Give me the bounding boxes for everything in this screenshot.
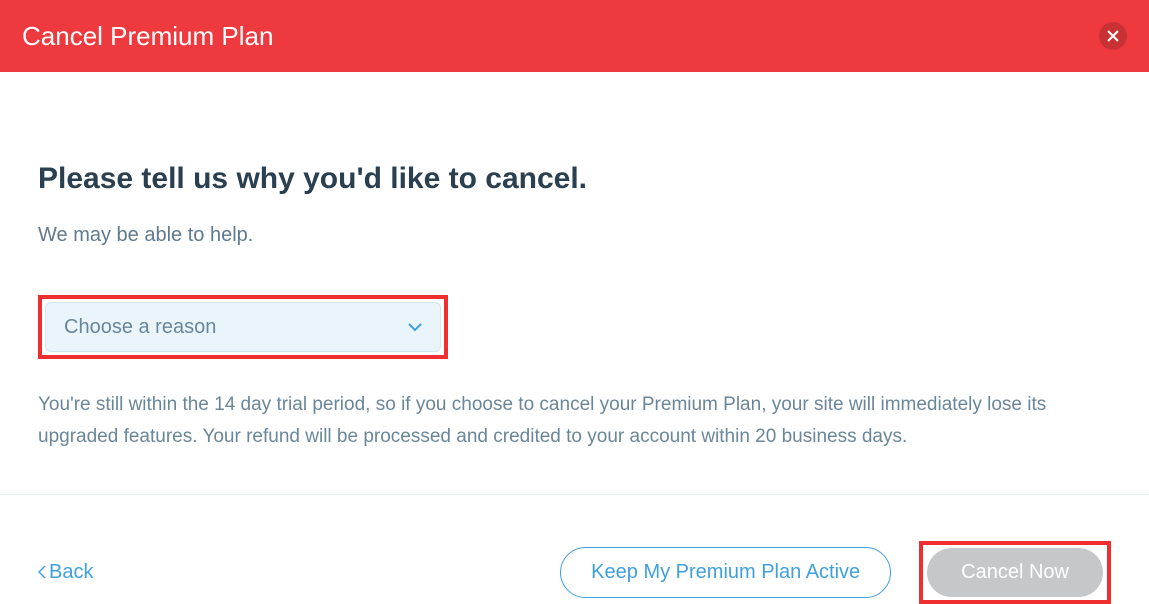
dialog-header: Cancel Premium Plan — [0, 0, 1149, 72]
reason-select[interactable]: Choose a reason — [45, 302, 441, 352]
chevron-left-icon — [38, 565, 47, 579]
content-heading: Please tell us why you'd like to cancel. — [38, 162, 1111, 196]
content-subheading: We may be able to help. — [38, 224, 1111, 247]
chevron-down-icon — [408, 323, 422, 332]
footer-buttons: Keep My Premium Plan Active Cancel Now — [560, 541, 1111, 604]
dialog-title: Cancel Premium Plan — [22, 21, 273, 52]
cancel-dialog: Cancel Premium Plan Please tell us why y… — [0, 0, 1149, 604]
dialog-footer: Back Keep My Premium Plan Active Cancel … — [0, 494, 1149, 604]
close-button[interactable] — [1099, 22, 1127, 50]
reason-select-label: Choose a reason — [64, 316, 216, 339]
close-icon — [1107, 30, 1119, 42]
cancel-now-button[interactable]: Cancel Now — [927, 548, 1103, 597]
keep-active-button[interactable]: Keep My Premium Plan Active — [560, 547, 891, 598]
back-link-label: Back — [49, 561, 93, 584]
dialog-content: Please tell us why you'd like to cancel.… — [0, 72, 1149, 494]
info-text: You're still within the 14 day trial per… — [38, 389, 1108, 454]
cancel-now-highlight: Cancel Now — [919, 541, 1111, 604]
reason-select-highlight: Choose a reason — [38, 295, 448, 359]
back-link[interactable]: Back — [38, 561, 93, 584]
